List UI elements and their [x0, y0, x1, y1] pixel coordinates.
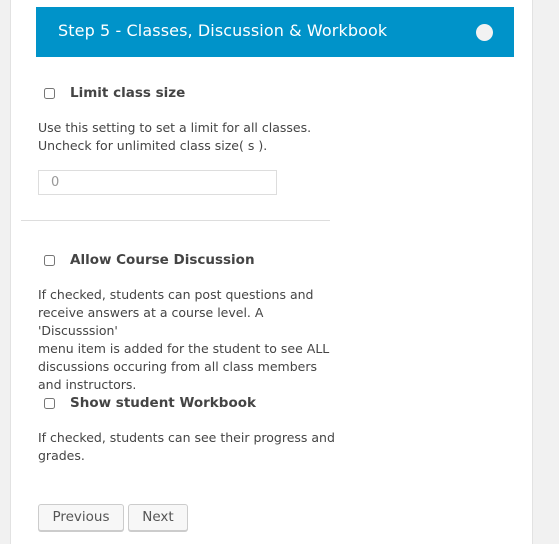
section-divider — [21, 220, 330, 221]
class-size-input[interactable]: 0 — [38, 170, 277, 195]
description-line: menu item is added for the student to se… — [38, 341, 330, 356]
allow-discussion-description: If checked, students can post questions … — [38, 286, 338, 394]
description-line: If checked, students can see their progr… — [38, 430, 335, 445]
allow-discussion-row[interactable]: Allow Course Discussion — [44, 252, 255, 268]
description-line: Use this setting to set a limit for all … — [38, 120, 312, 135]
previous-button[interactable]: Previous — [38, 504, 124, 531]
description-line: If checked, students can post questions … — [38, 287, 314, 302]
show-workbook-checkbox[interactable] — [44, 397, 55, 409]
allow-discussion-label: Allow Course Discussion — [70, 252, 255, 268]
limit-class-size-label: Limit class size — [70, 85, 186, 101]
description-line: receive answers at a course level. A 'Di… — [38, 305, 264, 338]
step-status-icon — [476, 24, 493, 41]
show-workbook-label: Show student Workbook — [70, 395, 256, 411]
description-line: Uncheck for unlimited class size( s ). — [38, 138, 268, 153]
description-line: and instructors. — [38, 377, 137, 392]
limit-class-size-description: Use this setting to set a limit for all … — [38, 119, 338, 155]
limit-class-size-checkbox[interactable] — [44, 87, 55, 99]
step-header[interactable]: Step 5 - Classes, Discussion & Workbook — [36, 7, 514, 57]
description-line: grades. — [38, 448, 85, 463]
limit-class-size-row[interactable]: Limit class size — [44, 85, 185, 101]
allow-discussion-checkbox[interactable] — [44, 254, 55, 266]
show-workbook-description: If checked, students can see their progr… — [38, 429, 338, 465]
show-workbook-row[interactable]: Show student Workbook — [44, 395, 256, 411]
step-title: Step 5 - Classes, Discussion & Workbook — [58, 21, 388, 40]
description-line: discussions occuring from all class memb… — [38, 359, 317, 374]
next-button[interactable]: Next — [128, 504, 188, 531]
